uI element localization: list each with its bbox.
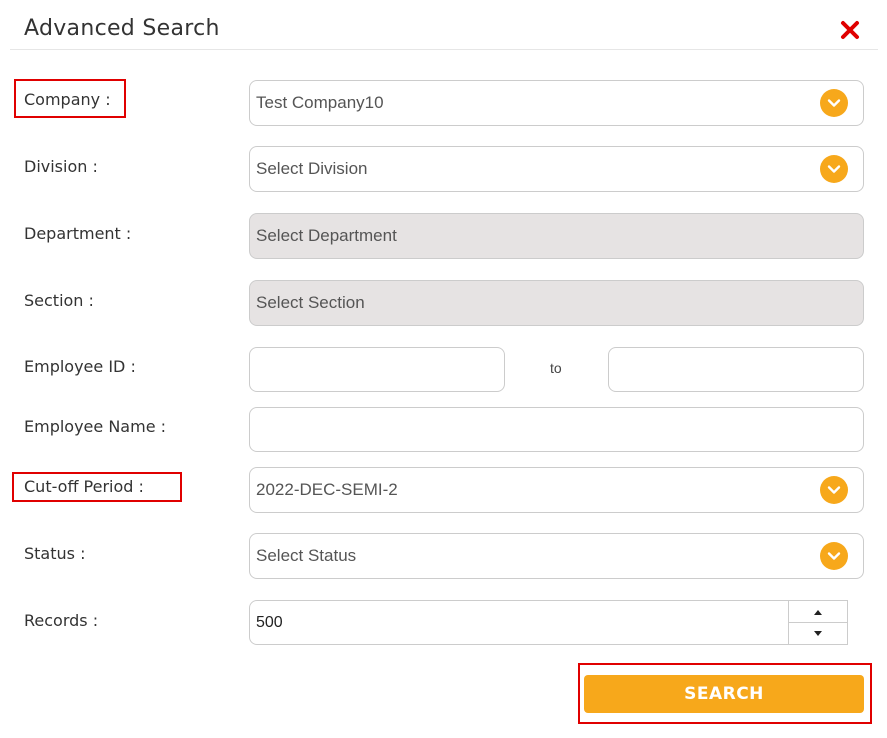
- cutoff-period-select-value: 2022-DEC-SEMI-2: [256, 480, 398, 499]
- dialog-title: Advanced Search: [24, 16, 220, 41]
- division-label: Division :: [24, 157, 98, 176]
- records-input[interactable]: 500: [249, 600, 848, 645]
- chevron-down-icon[interactable]: [820, 542, 848, 570]
- employee-name-label: Employee Name :: [24, 417, 167, 436]
- cutoff-period-select[interactable]: 2022-DEC-SEMI-2: [249, 467, 864, 513]
- stepper-down-icon[interactable]: [789, 623, 847, 644]
- division-select[interactable]: Select Division: [249, 146, 864, 192]
- chevron-down-icon[interactable]: [820, 89, 848, 117]
- department-select-placeholder: Select Department: [256, 226, 397, 245]
- section-select: Select Section: [249, 280, 864, 326]
- records-label: Records :: [24, 611, 99, 630]
- employee-id-from-input[interactable]: [249, 347, 505, 392]
- department-select: Select Department: [249, 213, 864, 259]
- advanced-search-dialog: Advanced Search Company : Test Company10…: [0, 0, 887, 738]
- status-select-placeholder: Select Status: [256, 546, 357, 565]
- search-button[interactable]: SEARCH: [584, 675, 864, 713]
- title-divider: [10, 49, 878, 50]
- company-select[interactable]: Test Company10: [249, 80, 864, 126]
- chevron-down-icon[interactable]: [820, 476, 848, 504]
- close-icon[interactable]: [838, 18, 862, 42]
- division-select-placeholder: Select Division: [256, 159, 368, 178]
- records-input-value: 500: [256, 613, 283, 631]
- status-label: Status :: [24, 544, 86, 563]
- records-stepper: [788, 600, 848, 645]
- section-select-placeholder: Select Section: [256, 293, 365, 312]
- employee-id-to-label: to: [550, 360, 562, 376]
- employee-id-to-input[interactable]: [608, 347, 864, 392]
- cutoff-period-label: Cut-off Period :: [24, 477, 144, 496]
- chevron-down-icon[interactable]: [820, 155, 848, 183]
- employee-id-label: Employee ID :: [24, 357, 136, 376]
- section-label: Section :: [24, 291, 94, 310]
- employee-name-input[interactable]: [249, 407, 864, 452]
- status-select[interactable]: Select Status: [249, 533, 864, 579]
- company-label: Company :: [24, 90, 111, 109]
- department-label: Department :: [24, 224, 132, 243]
- company-select-value: Test Company10: [256, 93, 384, 112]
- stepper-up-icon[interactable]: [789, 601, 847, 623]
